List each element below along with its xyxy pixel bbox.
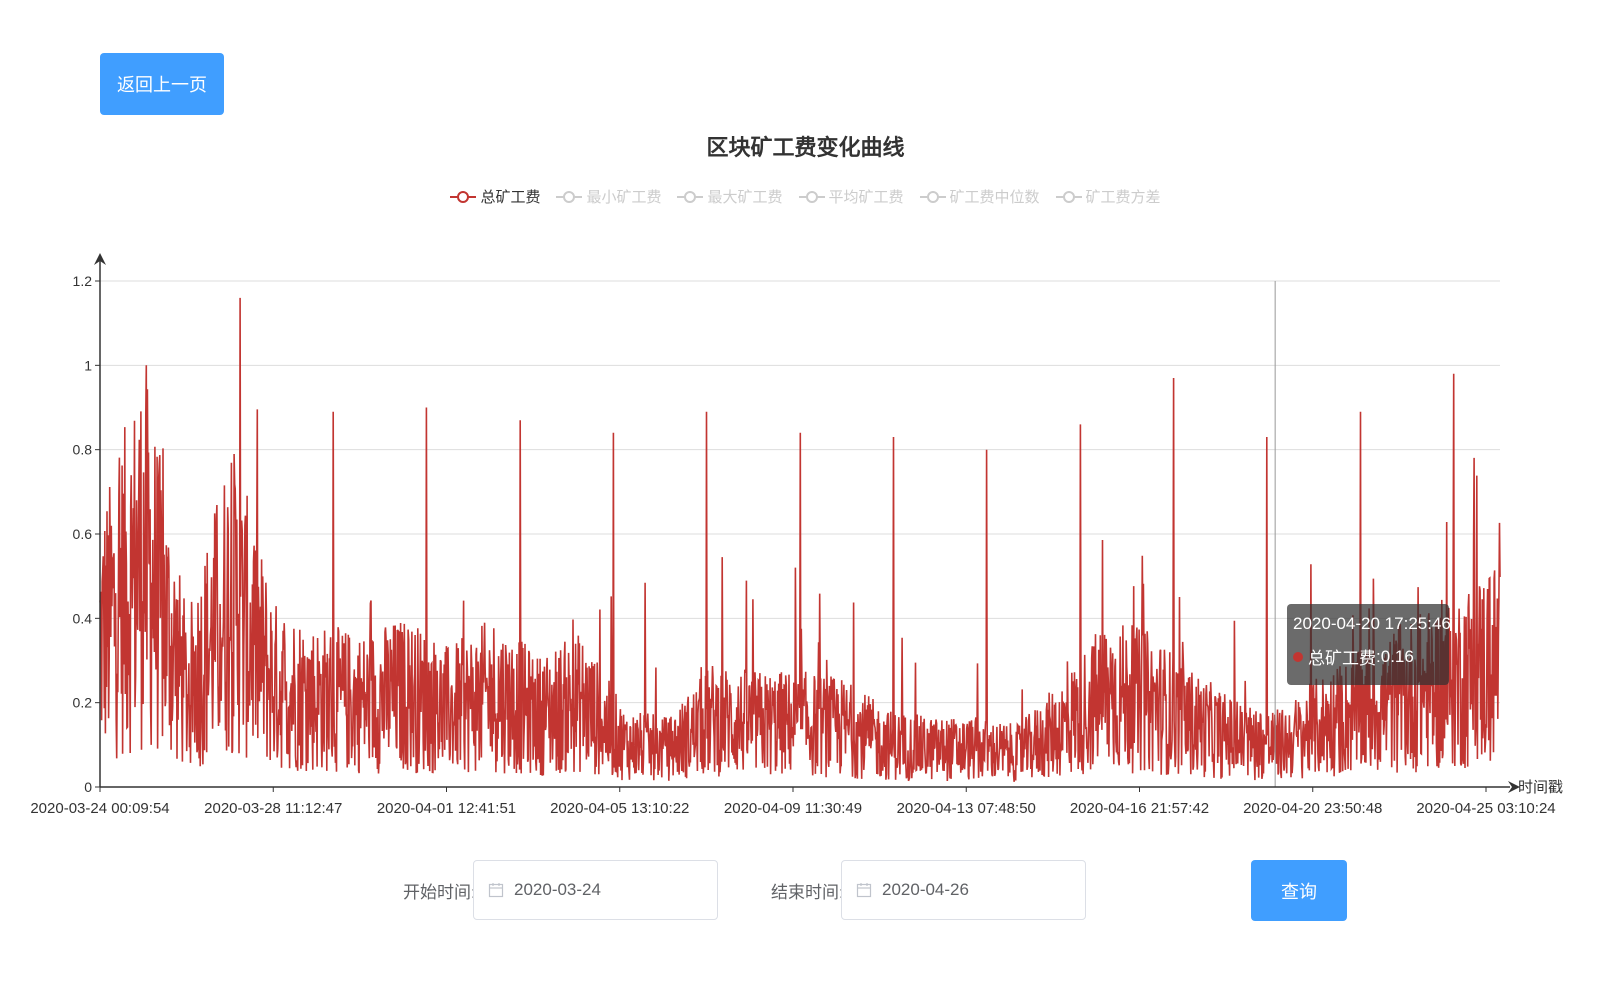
x-tick-label: 2020-04-01 12:41:51 — [377, 800, 516, 817]
y-tick-label: 0.2 — [73, 695, 93, 711]
chart-tooltip: 2020-04-20 17:25:46 总矿工费: 0.16 — [1287, 604, 1451, 685]
tooltip-value: 0.16 — [1380, 646, 1414, 666]
y-tick-label: 1 — [84, 357, 92, 373]
x-tick-label: 2020-03-24 00:09:54 — [30, 800, 169, 817]
tooltip-series-name: 总矿工费 — [1308, 649, 1376, 668]
x-tick-label: 2020-04-13 07:48:50 — [897, 800, 1036, 817]
y-tick-label: 0.8 — [73, 442, 93, 458]
x-axis-label: 时间戳 — [1518, 779, 1563, 796]
end-date-picker[interactable] — [841, 860, 1086, 920]
y-tick-label: 0.4 — [73, 610, 93, 626]
end-date-input[interactable] — [880, 879, 1074, 901]
y-tick-label: 1.2 — [73, 273, 93, 289]
tooltip-series-dot — [1293, 651, 1303, 662]
y-tick-label: 0 — [84, 779, 92, 795]
start-time-label: 开始时间: — [403, 883, 476, 902]
end-time-label: 结束时间: — [771, 883, 844, 902]
series-line-total-fee — [99, 297, 1501, 782]
calendar-icon — [488, 883, 504, 898]
x-tick-label: 2020-04-16 21:57:42 — [1070, 800, 1209, 817]
x-tick-label: 2020-04-20 23:50:48 — [1243, 800, 1382, 817]
start-date-input[interactable] — [512, 879, 706, 901]
x-tick-label: 2020-04-25 03:10:24 — [1416, 800, 1555, 817]
y-tick-label: 0.6 — [73, 526, 93, 542]
start-date-picker[interactable] — [473, 860, 718, 920]
calendar-icon — [856, 883, 872, 898]
x-tick-label: 2020-04-09 11:30:49 — [724, 800, 862, 817]
x-tick-label: 2020-04-05 13:10:22 — [550, 800, 689, 817]
x-tick-label: 2020-03-28 11:12:47 — [204, 800, 342, 817]
query-button[interactable]: 查询 — [1251, 860, 1347, 921]
line-chart: 0 0.2 0.4 0.6 0.8 1 1.2 2020-03-24 00:09:54 2020… — [30, 253, 1563, 817]
tooltip-time: 2020-04-20 17:25:46 — [1293, 614, 1451, 633]
